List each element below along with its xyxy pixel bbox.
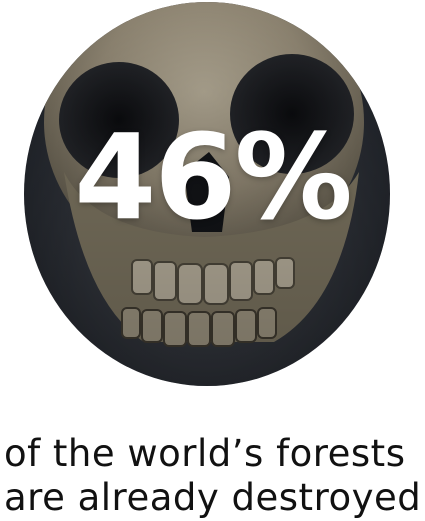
stat-percentage: 46% — [74, 108, 352, 246]
caption-line-2: are already destroyed — [4, 476, 422, 519]
infographic-card: 46% of the world’s forests are already d… — [0, 0, 425, 521]
stat-caption: of the world’s forests are already destr… — [4, 432, 425, 520]
caption-line-1: of the world’s forests — [4, 432, 406, 475]
